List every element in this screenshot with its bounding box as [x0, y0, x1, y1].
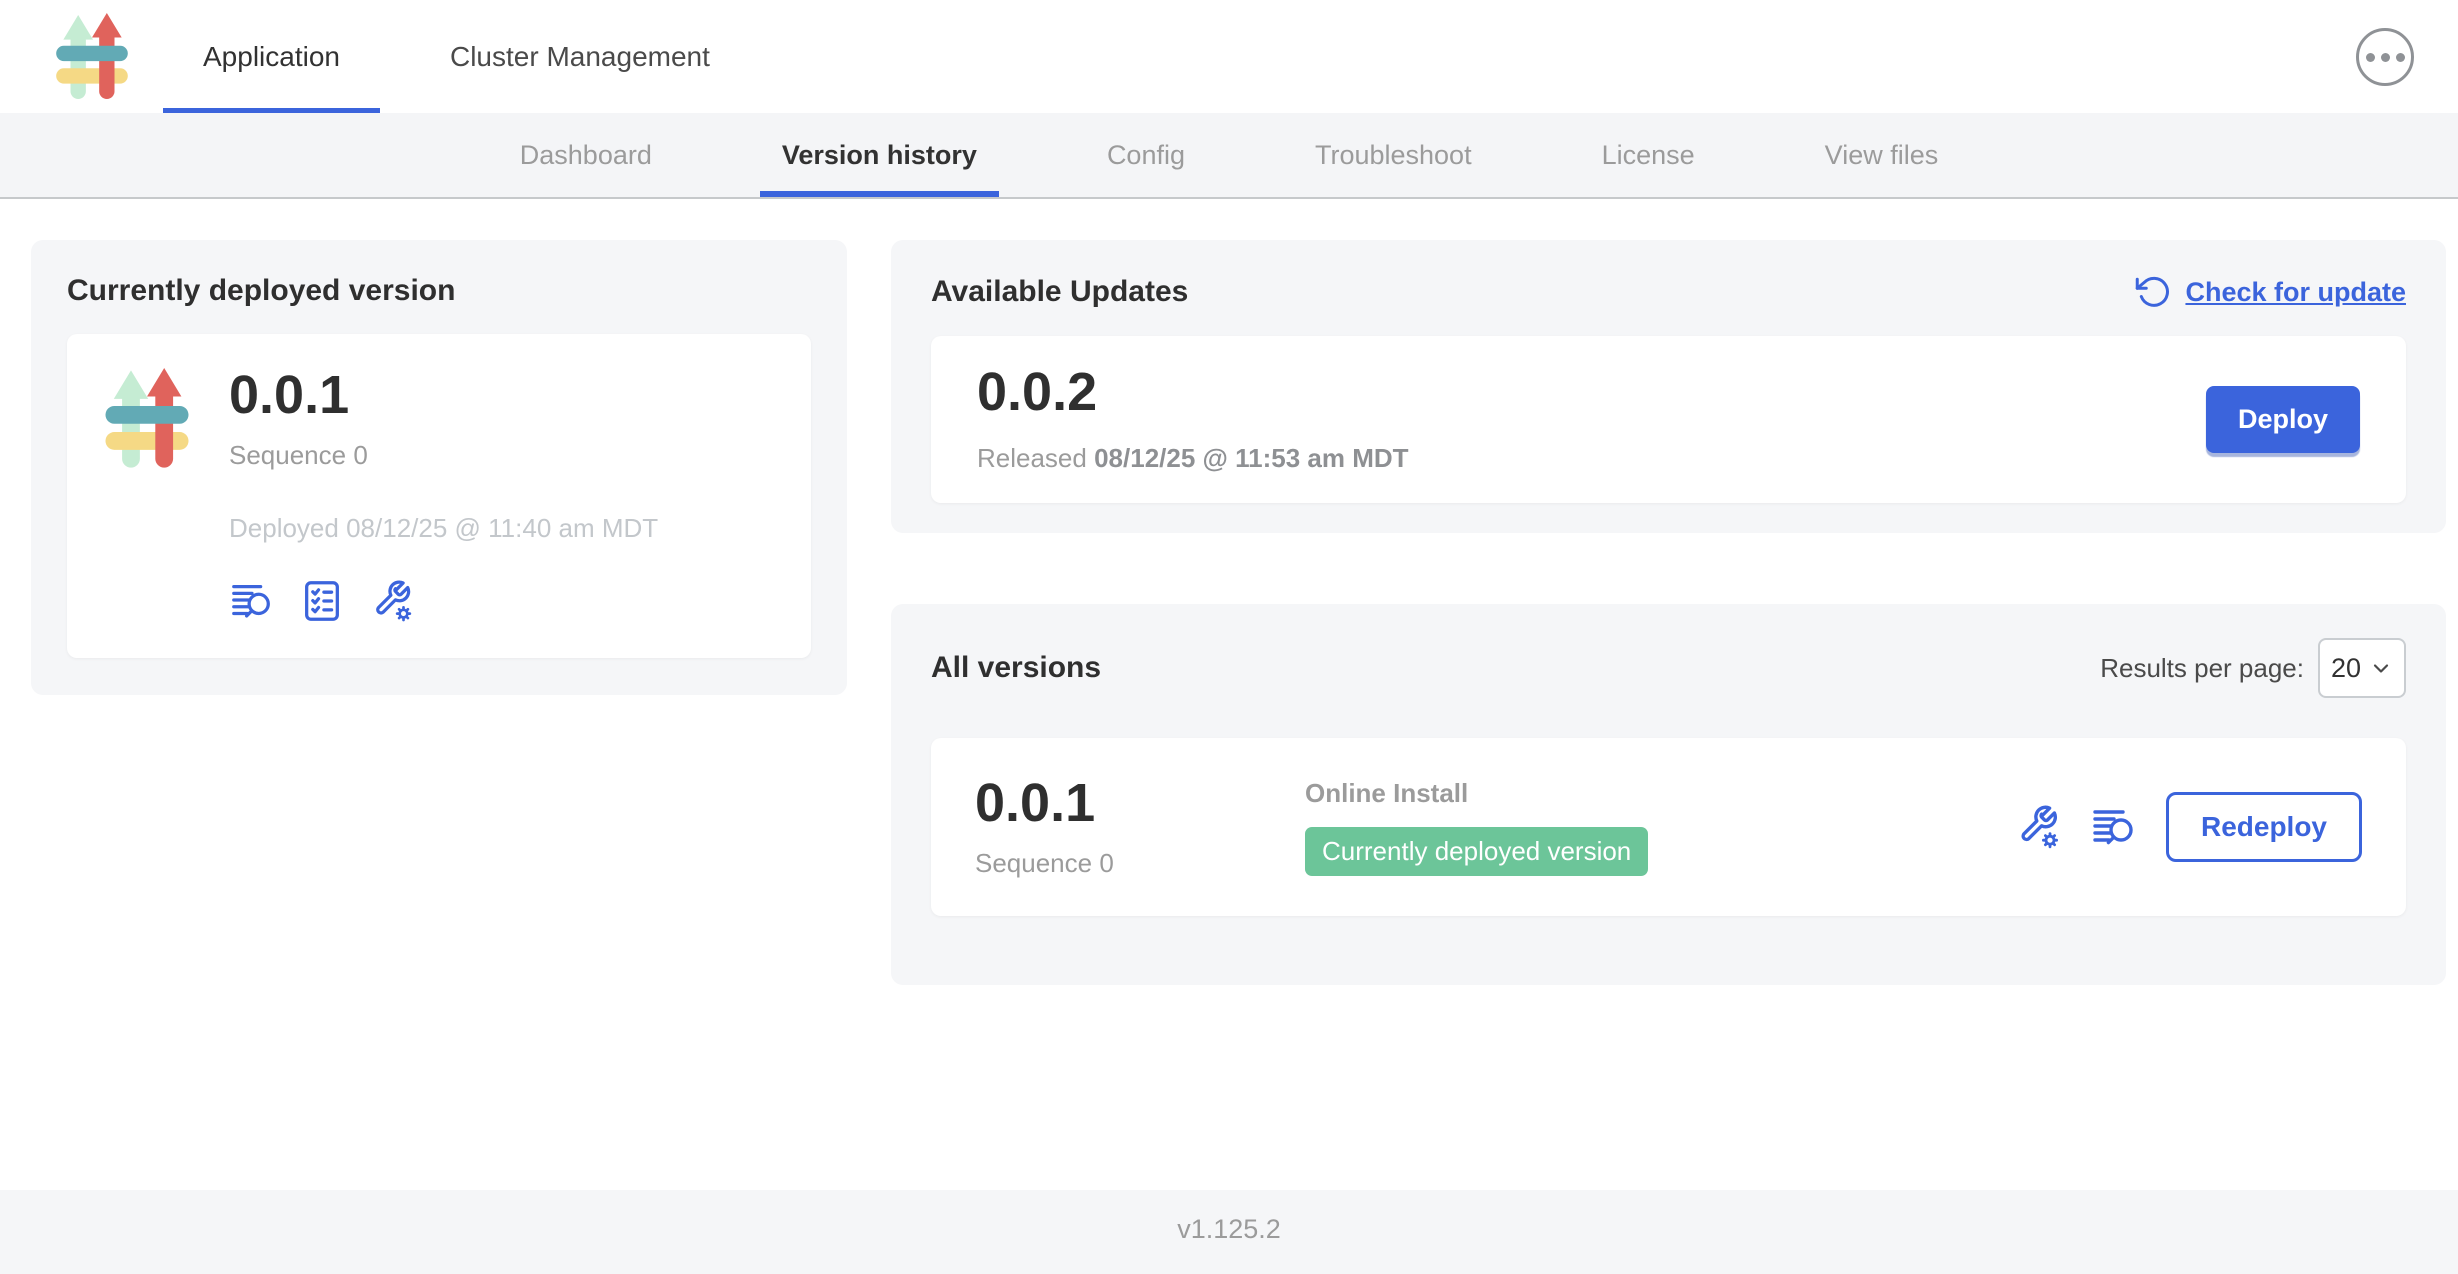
row-version-number: 0.0.1 [975, 776, 1305, 830]
subnav-dashboard[interactable]: Dashboard [520, 113, 652, 197]
header-tabs: Application Cluster Management [163, 0, 750, 113]
deploy-button[interactable]: Deploy [2206, 386, 2360, 453]
deployed-version-card: 0.0.1 Sequence 0 Deployed 08/12/25 @ 11:… [67, 334, 811, 658]
currently-deployed-badge: Currently deployed version [1305, 827, 1648, 876]
app-logo-icon [103, 368, 191, 470]
app-subnav: Dashboard Version history Config Trouble… [0, 113, 2458, 199]
all-versions-title: All versions [931, 651, 1101, 685]
ellipsis-icon [2381, 53, 2390, 62]
tab-application-label: Application [203, 41, 340, 73]
ellipsis-icon [2366, 53, 2375, 62]
subnav-view-files[interactable]: View files [1825, 113, 1939, 197]
check-for-update-label: Check for update [2185, 277, 2406, 308]
main-content: Currently deployed version 0.0.1 Sequenc… [0, 199, 2458, 1190]
tab-application[interactable]: Application [163, 0, 380, 113]
currently-deployed-title: Currently deployed version [67, 274, 811, 308]
subnav-license[interactable]: License [1602, 113, 1695, 197]
top-header: Application Cluster Management [0, 0, 2458, 113]
results-per-page: Results per page: 20 [2100, 638, 2406, 698]
deployed-timestamp: Deployed 08/12/25 @ 11:40 am MDT [229, 513, 658, 544]
available-updates-panel: Available Updates Check for update 0.0.2… [891, 240, 2446, 533]
results-per-page-select[interactable]: 20 [2318, 638, 2406, 698]
preflight-checklist-icon[interactable] [299, 578, 345, 624]
deployed-version-number: 0.0.1 [229, 368, 658, 422]
logs-search-icon[interactable] [2090, 803, 2138, 851]
app-logo-icon [55, 13, 129, 101]
row-install-type: Online Install [1305, 778, 2014, 809]
update-released-line: Released 08/12/25 @ 11:53 am MDT [977, 443, 1409, 474]
config-wrench-icon[interactable] [2014, 803, 2062, 851]
update-version-number: 0.0.2 [977, 365, 1409, 419]
footer: v1.125.2 [0, 1190, 2458, 1274]
ellipsis-icon [2396, 53, 2405, 62]
deployed-version-actions [229, 578, 658, 624]
refresh-icon [2135, 274, 2171, 310]
redeploy-button[interactable]: Redeploy [2166, 792, 2362, 862]
subnav-config[interactable]: Config [1107, 113, 1185, 197]
row-sequence: Sequence 0 [975, 848, 1305, 879]
results-per-page-value: 20 [2331, 653, 2361, 684]
config-wrench-icon[interactable] [369, 578, 415, 624]
logs-search-icon[interactable] [229, 578, 275, 624]
subnav-troubleshoot[interactable]: Troubleshoot [1315, 113, 1472, 197]
tab-cluster-management-label: Cluster Management [450, 41, 710, 73]
results-per-page-label: Results per page: [2100, 653, 2304, 684]
chevron-down-icon [2369, 656, 2393, 680]
version-row: 0.0.1 Sequence 0 Online Install Currentl… [931, 738, 2406, 916]
row-actions: Redeploy [2014, 792, 2362, 862]
deployed-sequence: Sequence 0 [229, 440, 658, 471]
tab-cluster-management[interactable]: Cluster Management [410, 0, 750, 113]
more-menu-button[interactable] [2356, 28, 2414, 86]
console-version: v1.125.2 [1177, 1214, 1281, 1244]
check-for-update-link[interactable]: Check for update [2135, 274, 2406, 310]
currently-deployed-panel: Currently deployed version 0.0.1 Sequenc… [31, 240, 847, 695]
subnav-version-history[interactable]: Version history [782, 113, 977, 197]
update-card: 0.0.2 Released 08/12/25 @ 11:53 am MDT D… [931, 336, 2406, 503]
available-updates-title: Available Updates [931, 275, 1188, 309]
all-versions-panel: All versions Results per page: 20 0.0.1 … [891, 604, 2446, 985]
